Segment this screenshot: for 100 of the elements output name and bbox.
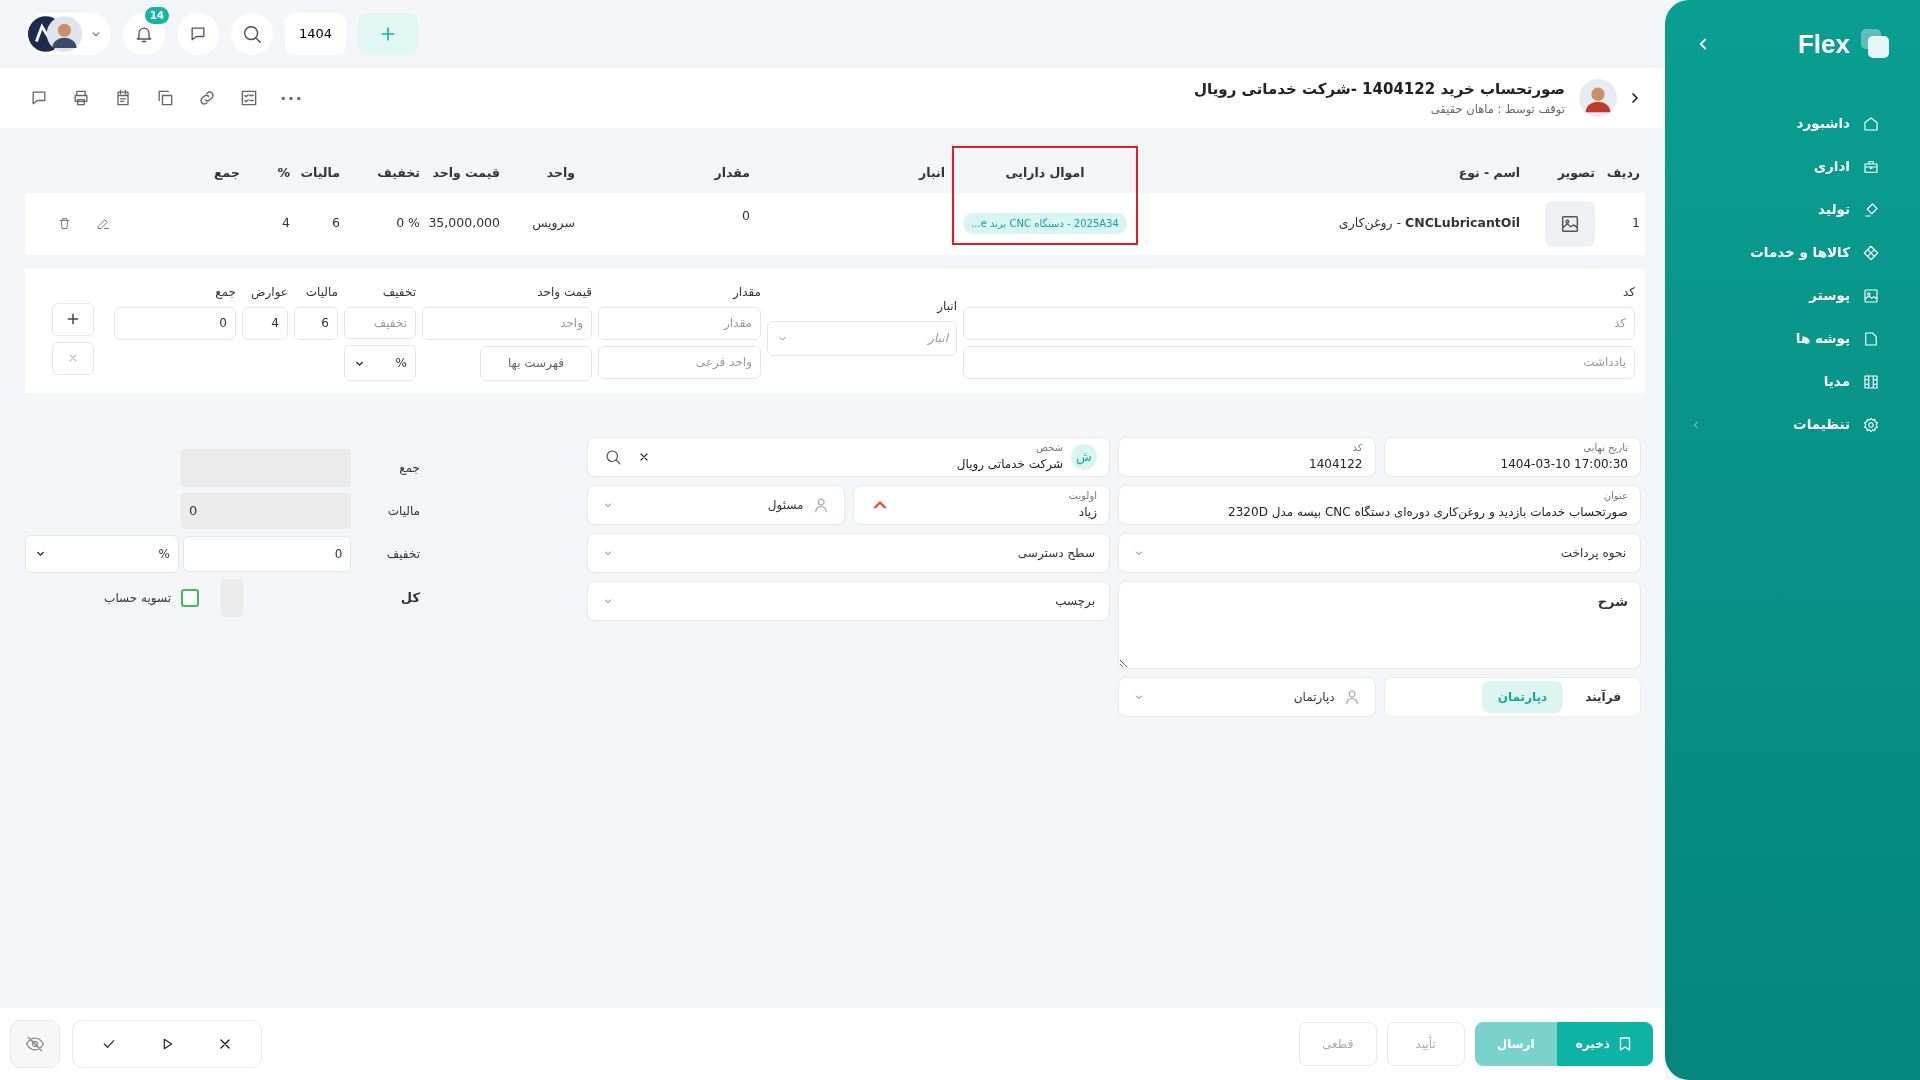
column-header: تصویر	[1556, 164, 1596, 182]
field-label: تخفیف	[381, 283, 416, 301]
sidebar-item[interactable]: مدیا	[1665, 360, 1920, 403]
tax-field[interactable]: 6	[294, 306, 338, 340]
logo-text: Flex	[1797, 27, 1850, 61]
field-value: 1404122	[1309, 456, 1363, 474]
select-label: برچسب	[1055, 592, 1095, 610]
note-field[interactable]: یادداشت	[963, 345, 1635, 379]
hide-button[interactable]	[10, 1020, 60, 1068]
summary-label: جمع	[398, 459, 420, 477]
table-cell-text: سرویس	[532, 214, 575, 233]
year-button[interactable]: 1404	[285, 13, 347, 55]
payment-method-select[interactable]: نحوه پرداخت	[1118, 532, 1641, 573]
field-label: عنوان	[1602, 489, 1628, 504]
summary-label: مالیات	[386, 502, 420, 520]
column-header: انبار	[917, 164, 946, 182]
tag-select[interactable]: برچسب	[587, 580, 1110, 621]
field-label: کد	[1351, 441, 1363, 456]
sidebar-item[interactable]: پوستر	[1665, 274, 1920, 317]
field-label: جمع	[214, 283, 236, 301]
column-header: واحد	[545, 164, 576, 182]
table-cell-text: 0 %	[396, 214, 420, 233]
field-label: مقدار	[731, 283, 761, 301]
person-field[interactable]: ش شخص شرکت خدماتی رویال	[587, 436, 1110, 477]
unit-field[interactable]: واحد	[422, 306, 592, 340]
placeholder-text: انبار	[928, 330, 948, 348]
table-cell-text: 0	[742, 206, 750, 225]
column-header: ردیف	[1605, 164, 1641, 182]
eye-off-icon	[25, 1034, 45, 1054]
field-value: صورتحساب خدمات بازدید و روغن‌کاری دوره‌ای دستگاه CNC بیسه مدل 2320D	[1228, 504, 1628, 522]
checkbox-label: تسویه حساب	[104, 589, 171, 607]
chat-button[interactable]	[177, 13, 219, 55]
discount-field[interactable]: تخفیف	[344, 306, 416, 340]
field-label: شخص	[1034, 441, 1063, 456]
access-level-select[interactable]: سطح دسترسی	[587, 532, 1110, 573]
column-header: مالیات	[299, 164, 341, 182]
tax-field: 0	[181, 492, 351, 529]
owner-select[interactable]: مسئول	[587, 484, 845, 525]
select-label: سطح دسترسی	[1017, 544, 1095, 562]
field-value: شرکت خدماتی رویال	[956, 456, 1063, 474]
notifications-button[interactable]	[123, 13, 165, 55]
field-label: اولویت	[1068, 489, 1097, 504]
row-number: 1	[1632, 214, 1640, 233]
total-field[interactable]: 0	[114, 306, 236, 340]
user-avatar	[27, 15, 85, 53]
column-header: مقدار	[713, 164, 751, 182]
column-header: اسم - نوع	[1457, 164, 1521, 182]
field-label: تاریخ نهایی	[1582, 441, 1628, 456]
asset-tag: 2025A34 - دستگاه CNC برند e...	[963, 213, 1127, 235]
code-field[interactable]: کد	[963, 306, 1635, 340]
eraser-icon	[1862, 200, 1880, 219]
more-icon	[281, 95, 301, 101]
column-header: تخفیف	[376, 164, 421, 182]
select-value: %	[395, 355, 407, 372]
summary-label: تخفیف	[385, 545, 420, 563]
quantity-field[interactable]: مقدار	[598, 306, 761, 340]
field-label: انبار	[935, 297, 957, 315]
discount-type-select[interactable]: %	[344, 345, 416, 381]
sidebar-item[interactable]: کالاها و خدمات	[1665, 231, 1920, 274]
pencil-icon	[96, 216, 111, 232]
field-value: 1404-03-10 17:00:30	[1500, 456, 1628, 474]
duty-field[interactable]: 4	[242, 306, 288, 340]
field-label: کد	[1622, 283, 1635, 301]
field-label: عوارض	[250, 283, 288, 301]
trash-icon	[57, 216, 72, 232]
sidebar-item[interactable]: پوشه ها	[1665, 317, 1920, 360]
select-value: %	[158, 545, 170, 563]
status-text: توقف توسط : ماهان حقیقی	[1429, 100, 1565, 118]
select-label: دپارتمان	[1293, 688, 1335, 706]
search-icon	[604, 447, 622, 466]
table-cell-text: 35,000,000	[428, 214, 500, 233]
user-avatar	[1579, 79, 1617, 117]
summary-label: کل	[399, 589, 420, 607]
sidebar-item[interactable]: تولید	[1665, 188, 1920, 231]
field-label: قیمت واحد	[536, 283, 592, 301]
subject-field[interactable]: عنوان صورتحساب خدمات بازدید و روغن‌کاری دوره‌ای دستگاه CNC بیسه مدل 2320D	[1118, 484, 1641, 525]
settle-checkbox[interactable]	[181, 588, 199, 607]
column-header: %	[276, 164, 291, 182]
settings-icon	[1862, 415, 1880, 434]
link-icon	[197, 88, 217, 108]
sidebar-item[interactable]: تنظیمات	[1665, 403, 1920, 446]
discount-type-select[interactable]: %	[25, 534, 179, 573]
discount-field[interactable]: 0	[182, 535, 352, 572]
add-row-button[interactable]	[52, 302, 94, 336]
department-select[interactable]: دپارتمان	[1118, 676, 1376, 717]
description-field[interactable]: شرح	[1118, 580, 1641, 669]
search-button[interactable]	[231, 13, 273, 55]
tab[interactable]: فرآیند	[1569, 680, 1637, 713]
select-label: نحوه پرداخت	[1560, 544, 1626, 562]
document-title: صورتحساب خرید 1404122 -شرکت خدماتی رویال	[1194, 79, 1565, 101]
image-icon	[1862, 286, 1880, 305]
sub-unit-field[interactable]: واحد فرعی	[598, 345, 761, 379]
price-list-button[interactable]: فهرست بها	[480, 345, 592, 381]
table-cell-text: 6	[332, 214, 340, 233]
diamond-icon	[1862, 243, 1880, 262]
folder-icon	[1862, 329, 1880, 348]
account-menu[interactable]	[25, 13, 111, 55]
column-header: اموال دارایی	[1004, 164, 1086, 182]
priority-field[interactable]: اولویت زیاد	[852, 484, 1110, 525]
search-icon	[241, 23, 263, 45]
